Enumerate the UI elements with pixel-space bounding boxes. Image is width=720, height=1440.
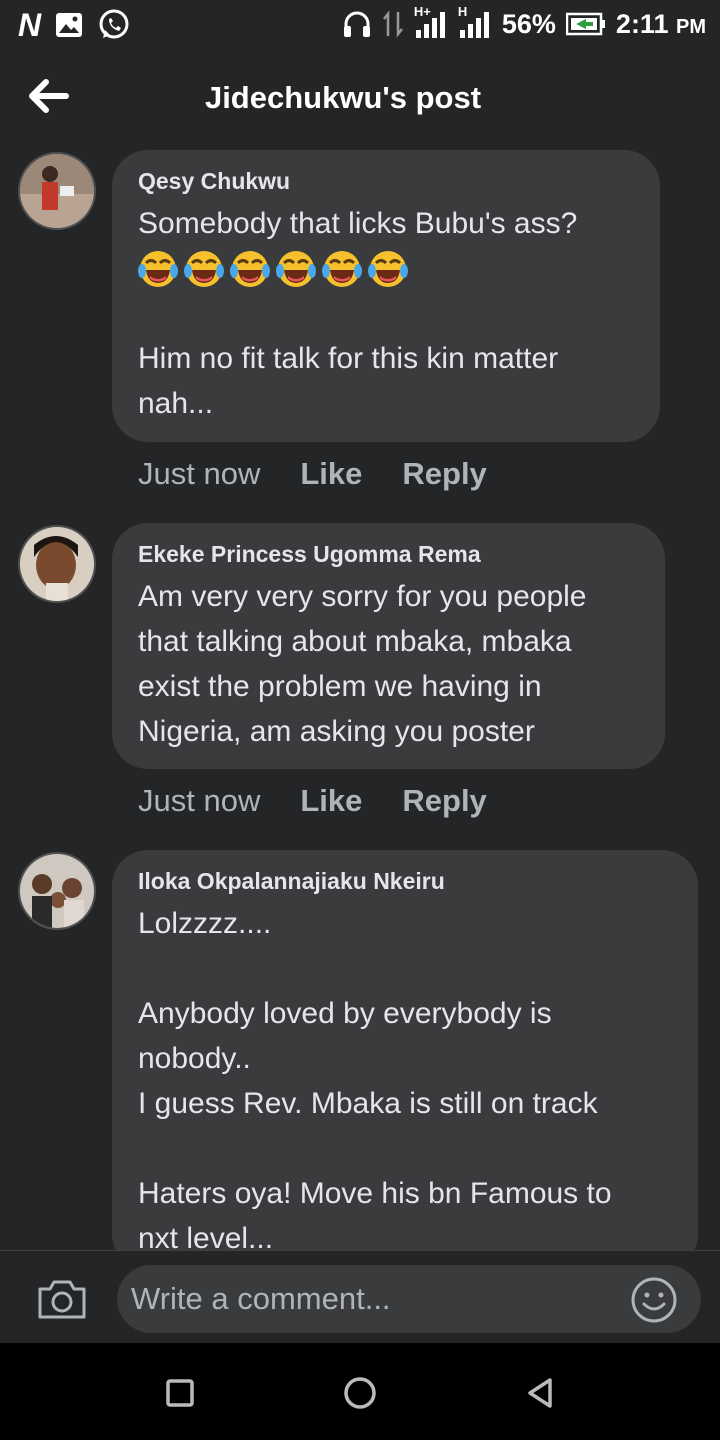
laughing-crying-emoji-icon: [276, 250, 316, 287]
clock-ampm: PM: [676, 15, 706, 38]
comment-author[interactable]: Qesy Chukwu: [138, 168, 634, 195]
gallery-icon: [56, 13, 83, 37]
comment-line: [138, 1126, 672, 1171]
comment-bubble[interactable]: Ekeke Princess Ugomma Rema Am very very …: [112, 523, 665, 769]
recent-apps-icon[interactable]: [162, 1375, 198, 1411]
clock: 2:11 PM: [616, 9, 706, 40]
reply-button[interactable]: Reply: [402, 783, 486, 819]
laughing-crying-emoji-icon: [138, 250, 178, 287]
comment-line: exist the problem we having in: [138, 670, 542, 703]
emoji-row: [138, 246, 634, 291]
comment-actions: Just now Like Reply: [138, 783, 527, 819]
clock-time: 2:11: [615, 8, 669, 39]
comment-line: nobody..: [138, 1042, 251, 1075]
comment-bubble[interactable]: Iloka Okpalannajiaku Nkeiru Lolzzzz.... …: [112, 850, 698, 1250]
battery-percent: 56%: [501, 8, 556, 39]
data-transfer-icon: [382, 10, 403, 38]
headphones-icon: [343, 11, 370, 37]
like-button[interactable]: Like: [300, 783, 362, 819]
avatar[interactable]: [18, 852, 96, 930]
comment-text: Somebody that licks Bubu's ass? Him no f…: [138, 201, 634, 426]
comment-line: [138, 291, 634, 336]
comment-composer: [0, 1250, 720, 1343]
header: Jidechukwu's post: [0, 50, 720, 146]
signal-strength-2-icon: H: [458, 4, 492, 40]
back-triangle-icon[interactable]: [522, 1375, 558, 1411]
avatar[interactable]: [18, 152, 96, 230]
comment-line: that talking about mbaka, mbaka: [138, 625, 572, 658]
avatar[interactable]: [18, 525, 96, 603]
comment-time: Just now: [138, 456, 261, 491]
battery-charging-icon: [565, 12, 605, 36]
laughing-crying-emoji-icon: [184, 250, 224, 287]
laughing-crying-emoji-icon: [322, 250, 362, 287]
comment-input[interactable]: [117, 1265, 701, 1333]
comment-line: Him no fit talk for this kin matter: [138, 342, 559, 375]
comment-author[interactable]: Ekeke Princess Ugomma Rema: [138, 541, 639, 568]
comment-line: nah...: [138, 387, 214, 420]
comment-actions: Just now Like Reply: [138, 456, 527, 492]
comment-author[interactable]: Iloka Okpalannajiaku Nkeiru: [138, 868, 672, 895]
reply-button[interactable]: Reply: [402, 456, 486, 492]
camera-icon[interactable]: [36, 1277, 88, 1321]
comment-time: Just now: [138, 783, 261, 818]
news-app-icon: N: [18, 7, 42, 43]
comment-line: nxt level...: [138, 1222, 274, 1250]
signal-strength-1-icon: H+: [414, 4, 448, 40]
comment-bubble[interactable]: Qesy Chukwu Somebody that licks Bubu's a…: [112, 150, 660, 442]
home-icon[interactable]: [342, 1375, 378, 1411]
laughing-crying-emoji-icon: [230, 250, 270, 287]
comment-text: Am very very sorry for you people that t…: [138, 574, 639, 754]
comment-line: Anybody loved by everybody is: [138, 997, 552, 1030]
comment-line: Nigeria, am asking you poster: [138, 715, 535, 748]
page-title: Jidechukwu's post: [204, 80, 482, 115]
comment-list: Qesy Chukwu Somebody that licks Bubu's a…: [0, 150, 720, 1250]
comment-line: Haters oya! Move his bn Famous to: [138, 1177, 612, 1210]
comment-text: Lolzzzz.... Anybody loved by everybody i…: [138, 901, 672, 1250]
comment-line: Lolzzzz....: [138, 907, 272, 940]
comment-line: Somebody that licks Bubu's ass?: [138, 207, 578, 240]
status-bar: N H+ H 56% 2:11 PM: [0, 0, 720, 50]
like-button[interactable]: Like: [300, 456, 362, 492]
emoji-picker-icon[interactable]: [630, 1276, 678, 1324]
laughing-crying-emoji-icon: [368, 250, 408, 287]
whatsapp-icon: [99, 9, 129, 39]
system-nav-bar: [0, 1343, 720, 1440]
comment-line: [138, 946, 672, 991]
comment-line: I guess Rev. Mbaka is still on track: [138, 1087, 598, 1120]
comment-line: Am very very sorry for you people: [138, 580, 587, 613]
